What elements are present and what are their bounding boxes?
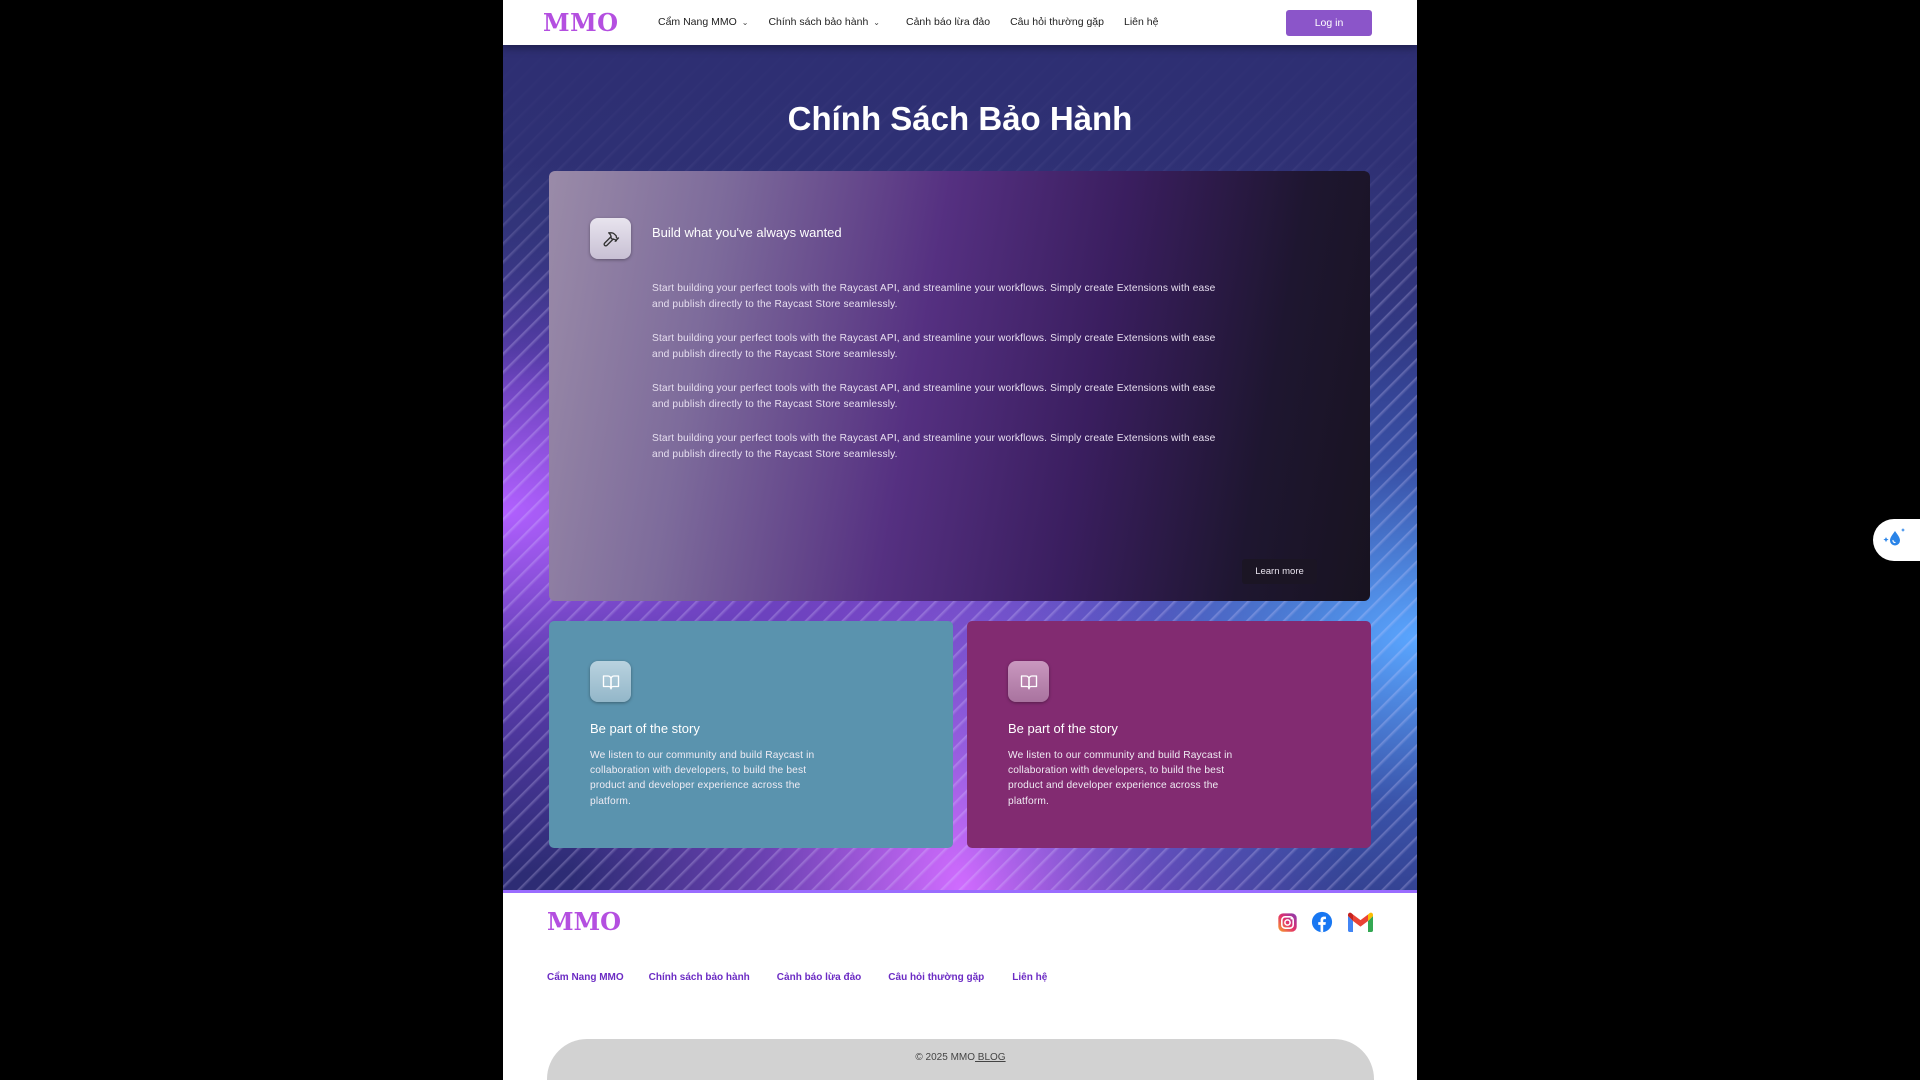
facebook-icon[interactable]	[1311, 911, 1333, 933]
copyright-bar: © 2025 MMO BLOG	[547, 1039, 1374, 1080]
learn-more-button[interactable]: Learn more	[1242, 559, 1317, 584]
copyright-prefix: © 2025 MMO	[915, 1052, 976, 1063]
hammer-icon	[590, 218, 631, 259]
copyright-text: © 2025 MMO BLOG	[547, 1052, 1374, 1063]
main-nav: Cẩm Nang MMO ⌄ Chính sách bảo hành ⌄ Cản…	[658, 16, 1178, 28]
nav-item-label: Cẩm Nang MMO	[658, 16, 737, 28]
nav-item-label: Liên hệ	[1124, 16, 1159, 28]
footer-link-canh-bao[interactable]: Cảnh báo lừa đảo	[777, 972, 861, 983]
page: MMO Cẩm Nang MMO ⌄ Chính sách bảo hành ⌄…	[503, 0, 1417, 1080]
site-logo[interactable]: MMO	[543, 8, 619, 37]
book-icon	[1008, 661, 1049, 702]
nav-item-chinh-sach[interactable]: Chính sách bảo hành ⌄	[768, 16, 880, 28]
site-header: MMO Cẩm Nang MMO ⌄ Chính sách bảo hành ⌄…	[503, 0, 1417, 45]
story-card-right: Be part of the story We listen to our co…	[967, 621, 1371, 848]
site-footer: MMO Cẩm Nang MMO Chính sách bảo hành Cản…	[503, 893, 1417, 1080]
footer-link-chinh-sach[interactable]: Chính sách bảo hành	[649, 972, 750, 983]
story-card-heading: Be part of the story	[590, 721, 700, 736]
feature-card-paragraph: Start building your perfect tools with t…	[652, 333, 1216, 360]
hero-section: Chính Sách Bảo Hành Build what you've al…	[503, 45, 1417, 893]
feature-card-main: Build what you've always wanted Start bu…	[549, 171, 1370, 601]
nav-item-label: Câu hỏi thường gặp	[1010, 16, 1104, 28]
feature-card-paragraph: Start building your perfect tools with t…	[652, 383, 1216, 410]
footer-link-cau-hoi[interactable]: Câu hỏi thường gặp	[888, 972, 984, 983]
nav-item-canh-bao[interactable]: Cảnh báo lừa đảo	[906, 16, 990, 28]
feature-card-heading: Build what you've always wanted	[652, 225, 842, 240]
story-card-text: We listen to our community and build Ray…	[1008, 750, 1233, 807]
feature-card-paragraph: Start building your perfect tools with t…	[652, 283, 1216, 310]
blog-link[interactable]: BLOG	[975, 1052, 1006, 1063]
nav-item-cam-nang[interactable]: Cẩm Nang MMO ⌄	[658, 16, 748, 28]
feature-card-body: Start building your perfect tools with t…	[652, 281, 1222, 481]
footer-logo[interactable]: MMO	[547, 907, 621, 936]
feature-card-paragraph: Start building your perfect tools with t…	[652, 433, 1216, 460]
nav-item-label: Cảnh báo lừa đảo	[906, 16, 991, 28]
footer-link-cam-nang[interactable]: Cẩm Nang MMO	[547, 972, 624, 983]
nav-item-cau-hoi[interactable]: Câu hỏi thường gặp	[1010, 16, 1104, 28]
nav-item-label: Chính sách bảo hành	[768, 16, 869, 28]
footer-link-lien-he[interactable]: Liên hệ	[1012, 972, 1047, 983]
chevron-down-icon: ⌄	[741, 17, 749, 27]
story-card-heading: Be part of the story	[1008, 721, 1118, 736]
social-links	[1276, 911, 1374, 933]
nav-item-lien-he[interactable]: Liên hệ	[1124, 16, 1158, 28]
floating-widget-button[interactable]	[1873, 519, 1920, 561]
story-card-left: Be part of the story We listen to our co…	[549, 621, 953, 848]
chevron-down-icon: ⌄	[873, 17, 880, 27]
book-icon	[590, 661, 631, 702]
login-button[interactable]: Log in	[1286, 10, 1372, 36]
footer-nav: Cẩm Nang MMO Chính sách bảo hành Cảnh bá…	[547, 972, 1072, 983]
instagram-icon[interactable]	[1276, 911, 1298, 933]
story-card-text: We listen to our community and build Ray…	[590, 750, 815, 807]
water-drop-sparkle-icon	[1882, 526, 1908, 555]
gmail-icon[interactable]	[1346, 911, 1374, 933]
page-title: Chính Sách Bảo Hành	[787, 100, 1133, 137]
